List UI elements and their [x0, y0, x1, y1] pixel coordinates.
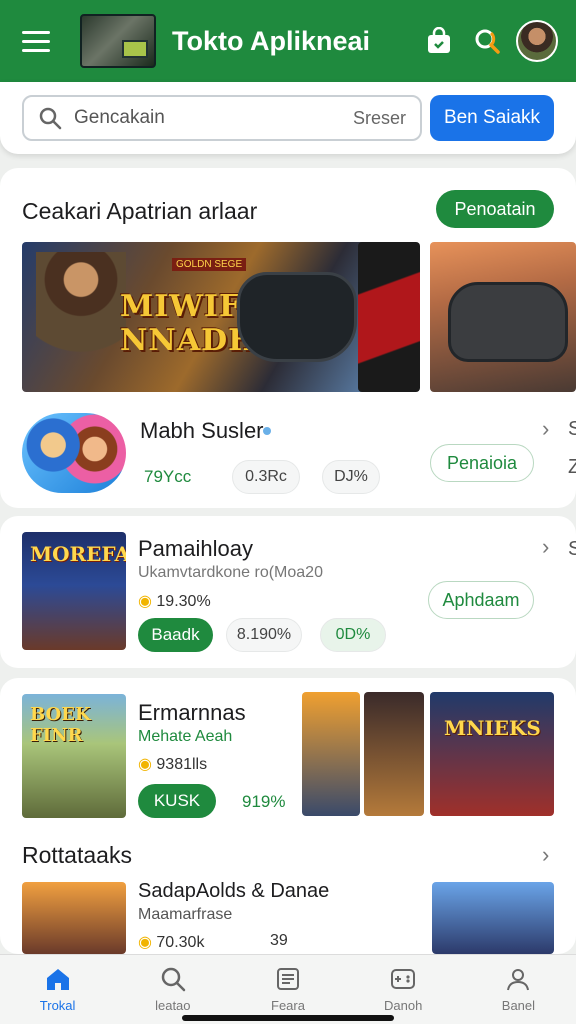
app-title: Tokto Aplikneai [172, 25, 371, 56]
screenshot-thumbnail[interactable]: MNIEKS [430, 692, 554, 816]
chevron-right-icon[interactable]: › [542, 842, 549, 868]
nav-search[interactable]: leatao [115, 955, 230, 1024]
stat-chip: DJ% [322, 460, 380, 494]
edge-text: S [568, 538, 576, 560]
featured-action-button[interactable]: Penoatain [436, 190, 554, 228]
app-icon[interactable]: BOEK FINR [22, 694, 126, 818]
app-action-button[interactable]: Penaioia [430, 444, 534, 482]
search-icon [161, 967, 186, 992]
search-icon [39, 107, 62, 130]
app-size: ◉ 70.30k [138, 934, 205, 951]
app-percent: 919% [242, 792, 286, 811]
install-button[interactable]: KUSK [138, 784, 216, 818]
home-icon [46, 969, 69, 990]
app-subtitle: Mehate Aeah [138, 728, 233, 745]
verified-icon [263, 427, 271, 435]
screenshot-thumbnail[interactable] [432, 882, 554, 954]
banner-thumbnail[interactable] [358, 242, 420, 392]
chevron-right-icon[interactable]: › [542, 534, 549, 560]
app-icon[interactable] [22, 413, 126, 493]
nav-home[interactable]: Trokal [0, 955, 115, 1024]
chevron-right-icon[interactable]: › [542, 416, 549, 442]
app-name[interactable]: SadapAolds & Danae [138, 880, 329, 903]
app-logo[interactable] [80, 14, 156, 68]
stat-chip: 0D% [320, 618, 386, 652]
featured-title: Ceakari Apatrian arlaar [22, 198, 258, 224]
app-name[interactable]: Mabh Susler [140, 418, 264, 444]
nav-label: Feara [271, 998, 305, 1013]
games-icon [391, 969, 416, 989]
app-rating: 79Ycc [144, 467, 192, 486]
nav-label: Trokal [39, 998, 76, 1013]
screenshot-thumbnail[interactable] [302, 692, 360, 816]
profile-icon [507, 969, 530, 991]
stat-chip: 8.190% [226, 618, 302, 652]
nav-profile[interactable]: Banel [461, 955, 576, 1024]
nav-label: leatao [155, 998, 191, 1013]
edge-text: S [568, 418, 576, 440]
controller-image [237, 272, 357, 362]
search-icon[interactable] [470, 24, 504, 58]
home-indicator [182, 1015, 394, 1021]
bottom-navigation: Trokal leatao Feara Danoh Banel [0, 954, 576, 1024]
nav-label: Banel [501, 998, 536, 1013]
app-count: 39 [270, 932, 288, 949]
search-card: Gencakain Sreser Ben Saiakk [0, 82, 576, 154]
app-name[interactable]: Pamaihloay [138, 536, 253, 562]
nav-list[interactable]: Feara [230, 955, 345, 1024]
screenshot-thumbnail[interactable] [364, 692, 424, 816]
list-icon [277, 968, 299, 990]
banner-thumbnail-car[interactable] [430, 242, 576, 392]
section-title: Rottataaks [22, 842, 132, 868]
nav-games[interactable]: Danoh [346, 955, 461, 1024]
search-hint: Sreser [352, 107, 406, 128]
search-input[interactable]: Gencakain Sreser [22, 95, 422, 141]
search-button[interactable]: Ben Saiakk [430, 95, 554, 141]
app-icon[interactable]: MOREFA [22, 532, 126, 650]
bag-icon[interactable] [422, 24, 456, 58]
banner-hero-image [36, 252, 126, 390]
search-placeholder: Gencakain [74, 107, 165, 128]
stat-chip: 0.3Rc [232, 460, 300, 494]
avatar[interactable] [516, 20, 558, 62]
nav-label: Danoh [384, 998, 423, 1013]
install-button[interactable]: Baadk [138, 618, 213, 652]
app-name[interactable]: Ermarnnas [138, 700, 246, 726]
top-app-bar: Tokto Aplikneai [0, 0, 576, 82]
app-subtitle: Maamarfrase [138, 906, 233, 923]
edge-text: Z [568, 456, 576, 478]
app-size: ◉ 19.30% [138, 593, 211, 610]
app-subtitle: Ukamvtardkone ro(Moa20 [138, 564, 323, 581]
app-action-button[interactable]: Aphdaam [428, 581, 534, 619]
featured-banner[interactable]: GOLDN SEGE MIWIFFH NNADH [22, 242, 370, 392]
app-size: ◉ 9381lls [138, 756, 208, 773]
menu-icon[interactable] [22, 23, 58, 59]
banner-tag: GOLDN SEGE [172, 258, 247, 271]
app-icon[interactable] [22, 882, 126, 954]
